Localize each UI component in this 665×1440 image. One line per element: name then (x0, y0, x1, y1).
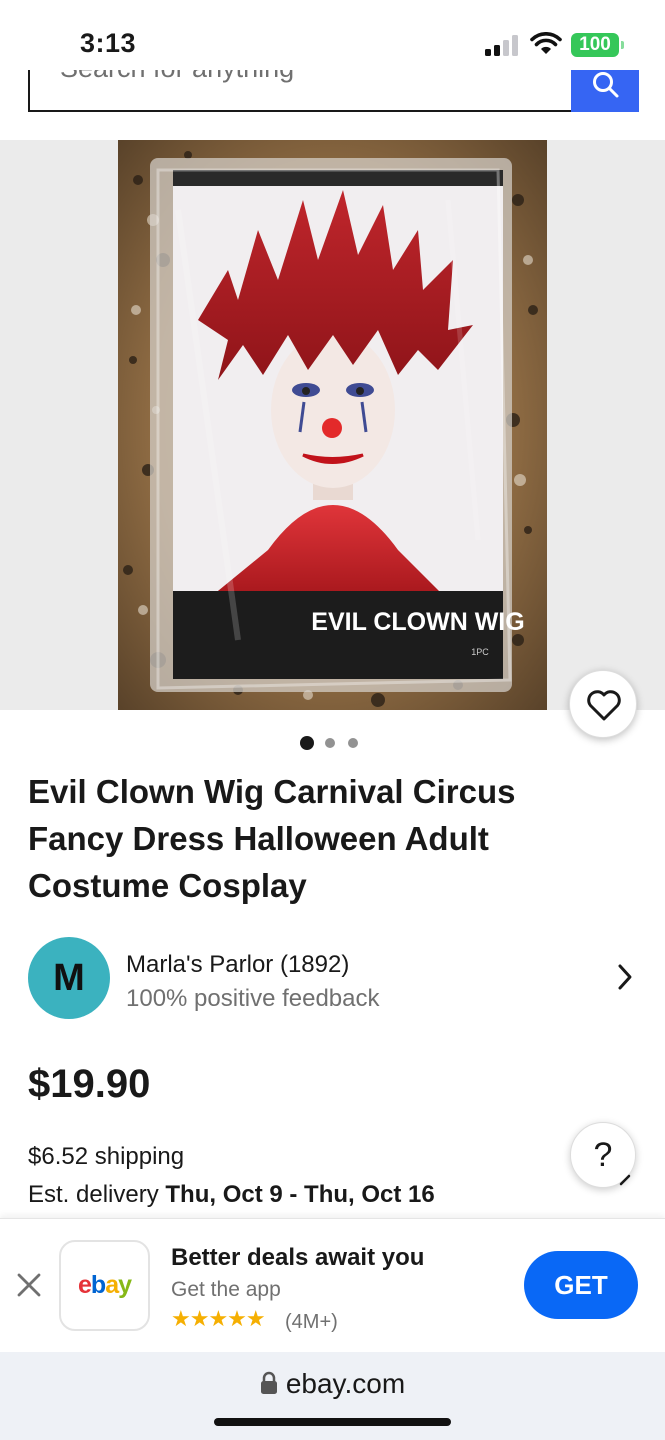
app-install-banner: ebay Better deals await you Get the app … (0, 1218, 665, 1352)
rating-stars-icon: ★★★★★ (171, 1306, 266, 1331)
browser-address-bar[interactable]: ebay.com (0, 1352, 665, 1440)
search-placeholder: Search for anything (60, 70, 294, 83)
image-dot-3[interactable] (348, 738, 358, 748)
seller-avatar: M (28, 937, 110, 1019)
ebay-app-logo: ebay (59, 1240, 150, 1331)
seller-feedback: 100% positive feedback (126, 985, 380, 1012)
review-count: (4M+) (285, 1311, 338, 1333)
search-icon (593, 72, 619, 98)
battery-icon: 100 (571, 33, 624, 57)
status-bar: 3:13 100 (0, 0, 665, 70)
heart-icon (587, 690, 621, 721)
estimated-delivery: Est. delivery Thu, Oct 9 - Thu, Oct 16 (28, 1181, 435, 1209)
chevron-right-icon (618, 964, 632, 990)
lock-icon (260, 1371, 277, 1394)
close-icon[interactable] (16, 1272, 42, 1298)
home-indicator[interactable] (214, 1418, 451, 1426)
banner-subheading: Get the app (171, 1278, 281, 1301)
add-to-watchlist-button[interactable] (569, 670, 637, 738)
listing-title: Evil Clown Wig Carnival Circus Fancy Dre… (28, 773, 516, 904)
get-app-button[interactable]: GET (524, 1251, 638, 1319)
seller-card[interactable]: M Marla's Parlor (1892) 100% positive fe… (28, 937, 638, 1019)
search-button[interactable] (571, 70, 639, 112)
image-dot-1[interactable] (300, 736, 314, 750)
package-label: EVIL CLOWN WIG (311, 608, 524, 636)
seller-name: Marla's Parlor (1892) (126, 951, 350, 978)
status-time: 3:13 (80, 28, 137, 58)
cellular-signal-icon (485, 34, 521, 56)
shipping-cost: $6.52 shipping (28, 1143, 185, 1170)
package-count: 1PC (471, 647, 489, 657)
url-display[interactable]: ebay.com (0, 1368, 665, 1400)
item-price: $19.90 (28, 1062, 151, 1106)
search-input[interactable]: Search for anything (28, 70, 573, 112)
banner-heading: Better deals await you (171, 1244, 425, 1271)
image-pagination-dots[interactable] (300, 736, 370, 752)
delivery-prefix: Est. delivery (28, 1181, 166, 1208)
product-photo[interactable]: EVIL CLOWN WIG 1PC (118, 140, 547, 710)
url-text: ebay.com (285, 1368, 406, 1399)
image-dot-2[interactable] (325, 738, 335, 748)
image-gallery[interactable]: EVIL CLOWN WIG 1PC (0, 140, 665, 710)
wifi-icon (530, 32, 562, 56)
chevron-icon (619, 1174, 631, 1186)
delivery-dates: Thu, Oct 9 - Thu, Oct 16 (165, 1181, 435, 1208)
search-bar: Search for anything (0, 70, 665, 140)
